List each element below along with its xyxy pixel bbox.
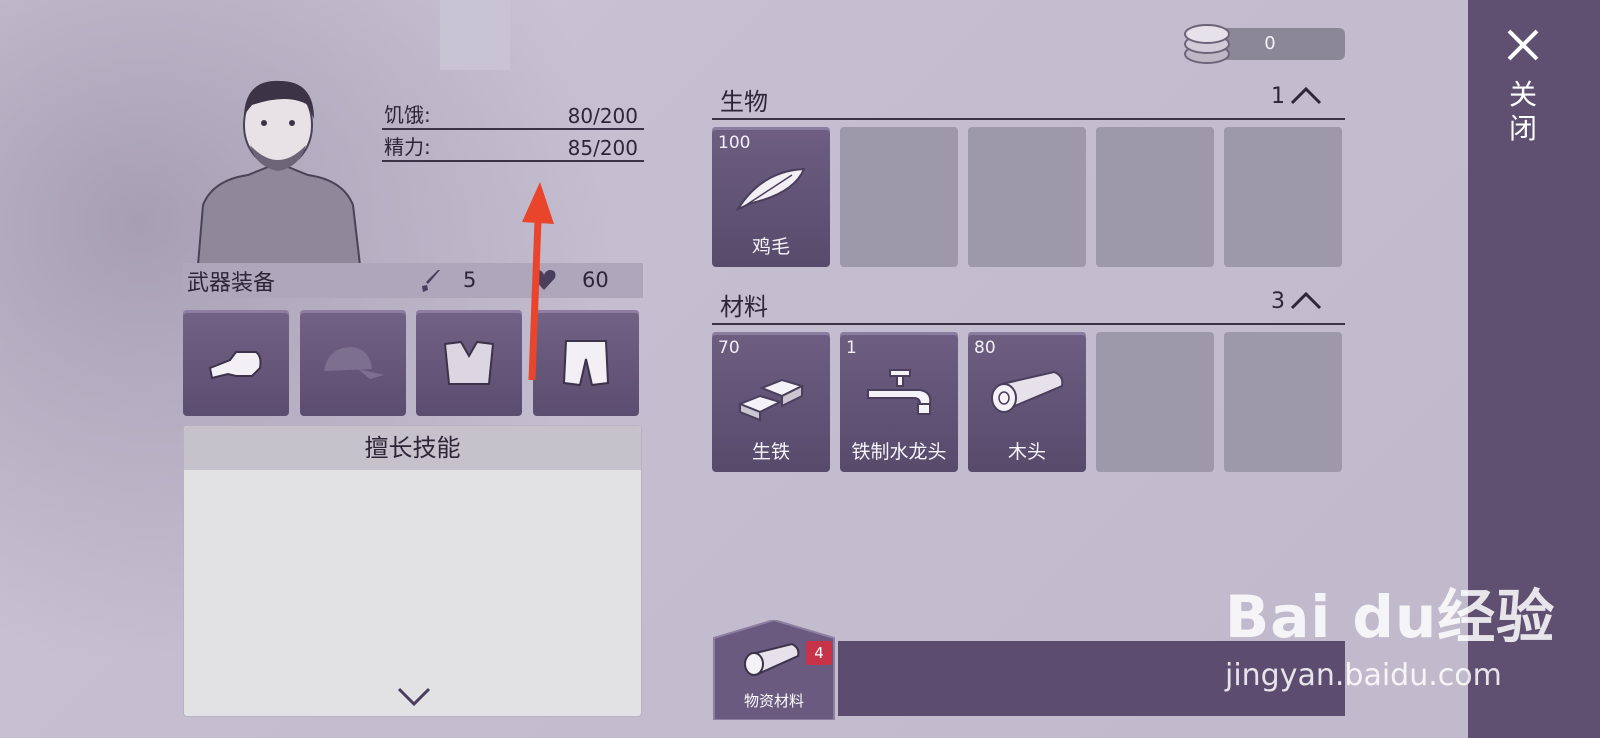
notification-badge: 4 [806, 641, 832, 665]
inventory-slot-iron[interactable]: 70 生铁 [712, 332, 830, 472]
skills-title: 擅长技能 [184, 426, 641, 470]
section-title: 生物 [720, 88, 768, 116]
inventory-slot-faucet[interactable]: 1 铁制水龙头 [840, 332, 958, 472]
inventory-slot-wood[interactable]: 80 木头 [968, 332, 1086, 472]
close-icon[interactable] [1505, 27, 1541, 63]
equip-slot-weapon[interactable] [183, 310, 289, 416]
hunger-label: 饥饿: [384, 103, 431, 127]
equip-slot-body[interactable] [416, 310, 522, 416]
item-name: 鸡毛 [751, 236, 790, 258]
watermark-url: jingyan.baidu.com [1225, 658, 1502, 693]
shorts-icon [562, 340, 610, 387]
tab-materials-label: 物资材料 [743, 692, 804, 710]
section-title: 材料 [720, 293, 768, 321]
inventory-slot-feather[interactable]: 100 鸡毛 [712, 127, 830, 267]
feather-icon [735, 167, 806, 212]
item-qty: 70 [718, 338, 740, 358]
sword-icon [422, 270, 440, 292]
close-button[interactable]: 关闭 [1508, 78, 1538, 146]
equip-slot-head[interactable] [300, 310, 406, 416]
item-qty: 1 [846, 338, 857, 358]
inventory-slot-empty[interactable] [968, 127, 1086, 267]
inventory-slot-empty[interactable] [1224, 127, 1342, 267]
energy-stat: 精力: 85/200 [382, 130, 644, 162]
character-stats: 饥饿: 80/200 精力: 85/200 [382, 98, 644, 162]
section-creatures-header: 生物 1 [712, 82, 1345, 120]
watermark-logo: Bai du经验 [1225, 583, 1556, 651]
health-value: 60 [582, 268, 609, 292]
item-name: 木头 [1007, 441, 1046, 463]
weapons-bar: 武器装备 [183, 263, 643, 298]
wood-log-icon [991, 370, 1064, 413]
weapons-title: 武器装备 [187, 270, 276, 296]
inventory-slot-empty[interactable] [1096, 332, 1214, 472]
coin-stack-icon [1184, 24, 1230, 64]
character-portrait [196, 80, 362, 265]
chevron-up-icon[interactable] [1289, 84, 1323, 106]
attack-value: 5 [463, 268, 477, 292]
chevron-down-icon[interactable] [396, 686, 432, 708]
iron-ingot-icon [737, 378, 805, 422]
skills-panel: 擅长技能 [183, 425, 642, 717]
inventory-slot-empty[interactable] [1224, 332, 1342, 472]
item-name: 生铁 [751, 441, 790, 463]
section-materials-header: 材料 3 [712, 287, 1345, 325]
item-qty: 100 [718, 133, 751, 153]
vest-icon [443, 340, 495, 385]
fist-icon [208, 351, 262, 380]
chevron-up-icon[interactable] [1289, 289, 1323, 311]
section-count: 3 [1271, 289, 1285, 314]
inventory-slot-empty[interactable] [1096, 127, 1214, 267]
inventory-slot-empty[interactable] [840, 127, 958, 267]
cap-icon [324, 347, 384, 379]
energy-value: 85/200 [567, 136, 638, 160]
hunger-value: 80/200 [567, 104, 638, 128]
background-panel [440, 0, 510, 70]
section-count: 1 [1271, 84, 1285, 109]
energy-label: 精力: [384, 135, 431, 159]
hunger-stat: 饥饿: 80/200 [382, 98, 644, 130]
baidu-watermark: Bai du经验 jingyan.baidu.com [1225, 570, 1555, 693]
red-arrow-annotation [522, 182, 554, 380]
item-qty: 80 [974, 338, 996, 358]
faucet-icon [867, 369, 932, 415]
item-name: 铁制水龙头 [851, 441, 947, 463]
